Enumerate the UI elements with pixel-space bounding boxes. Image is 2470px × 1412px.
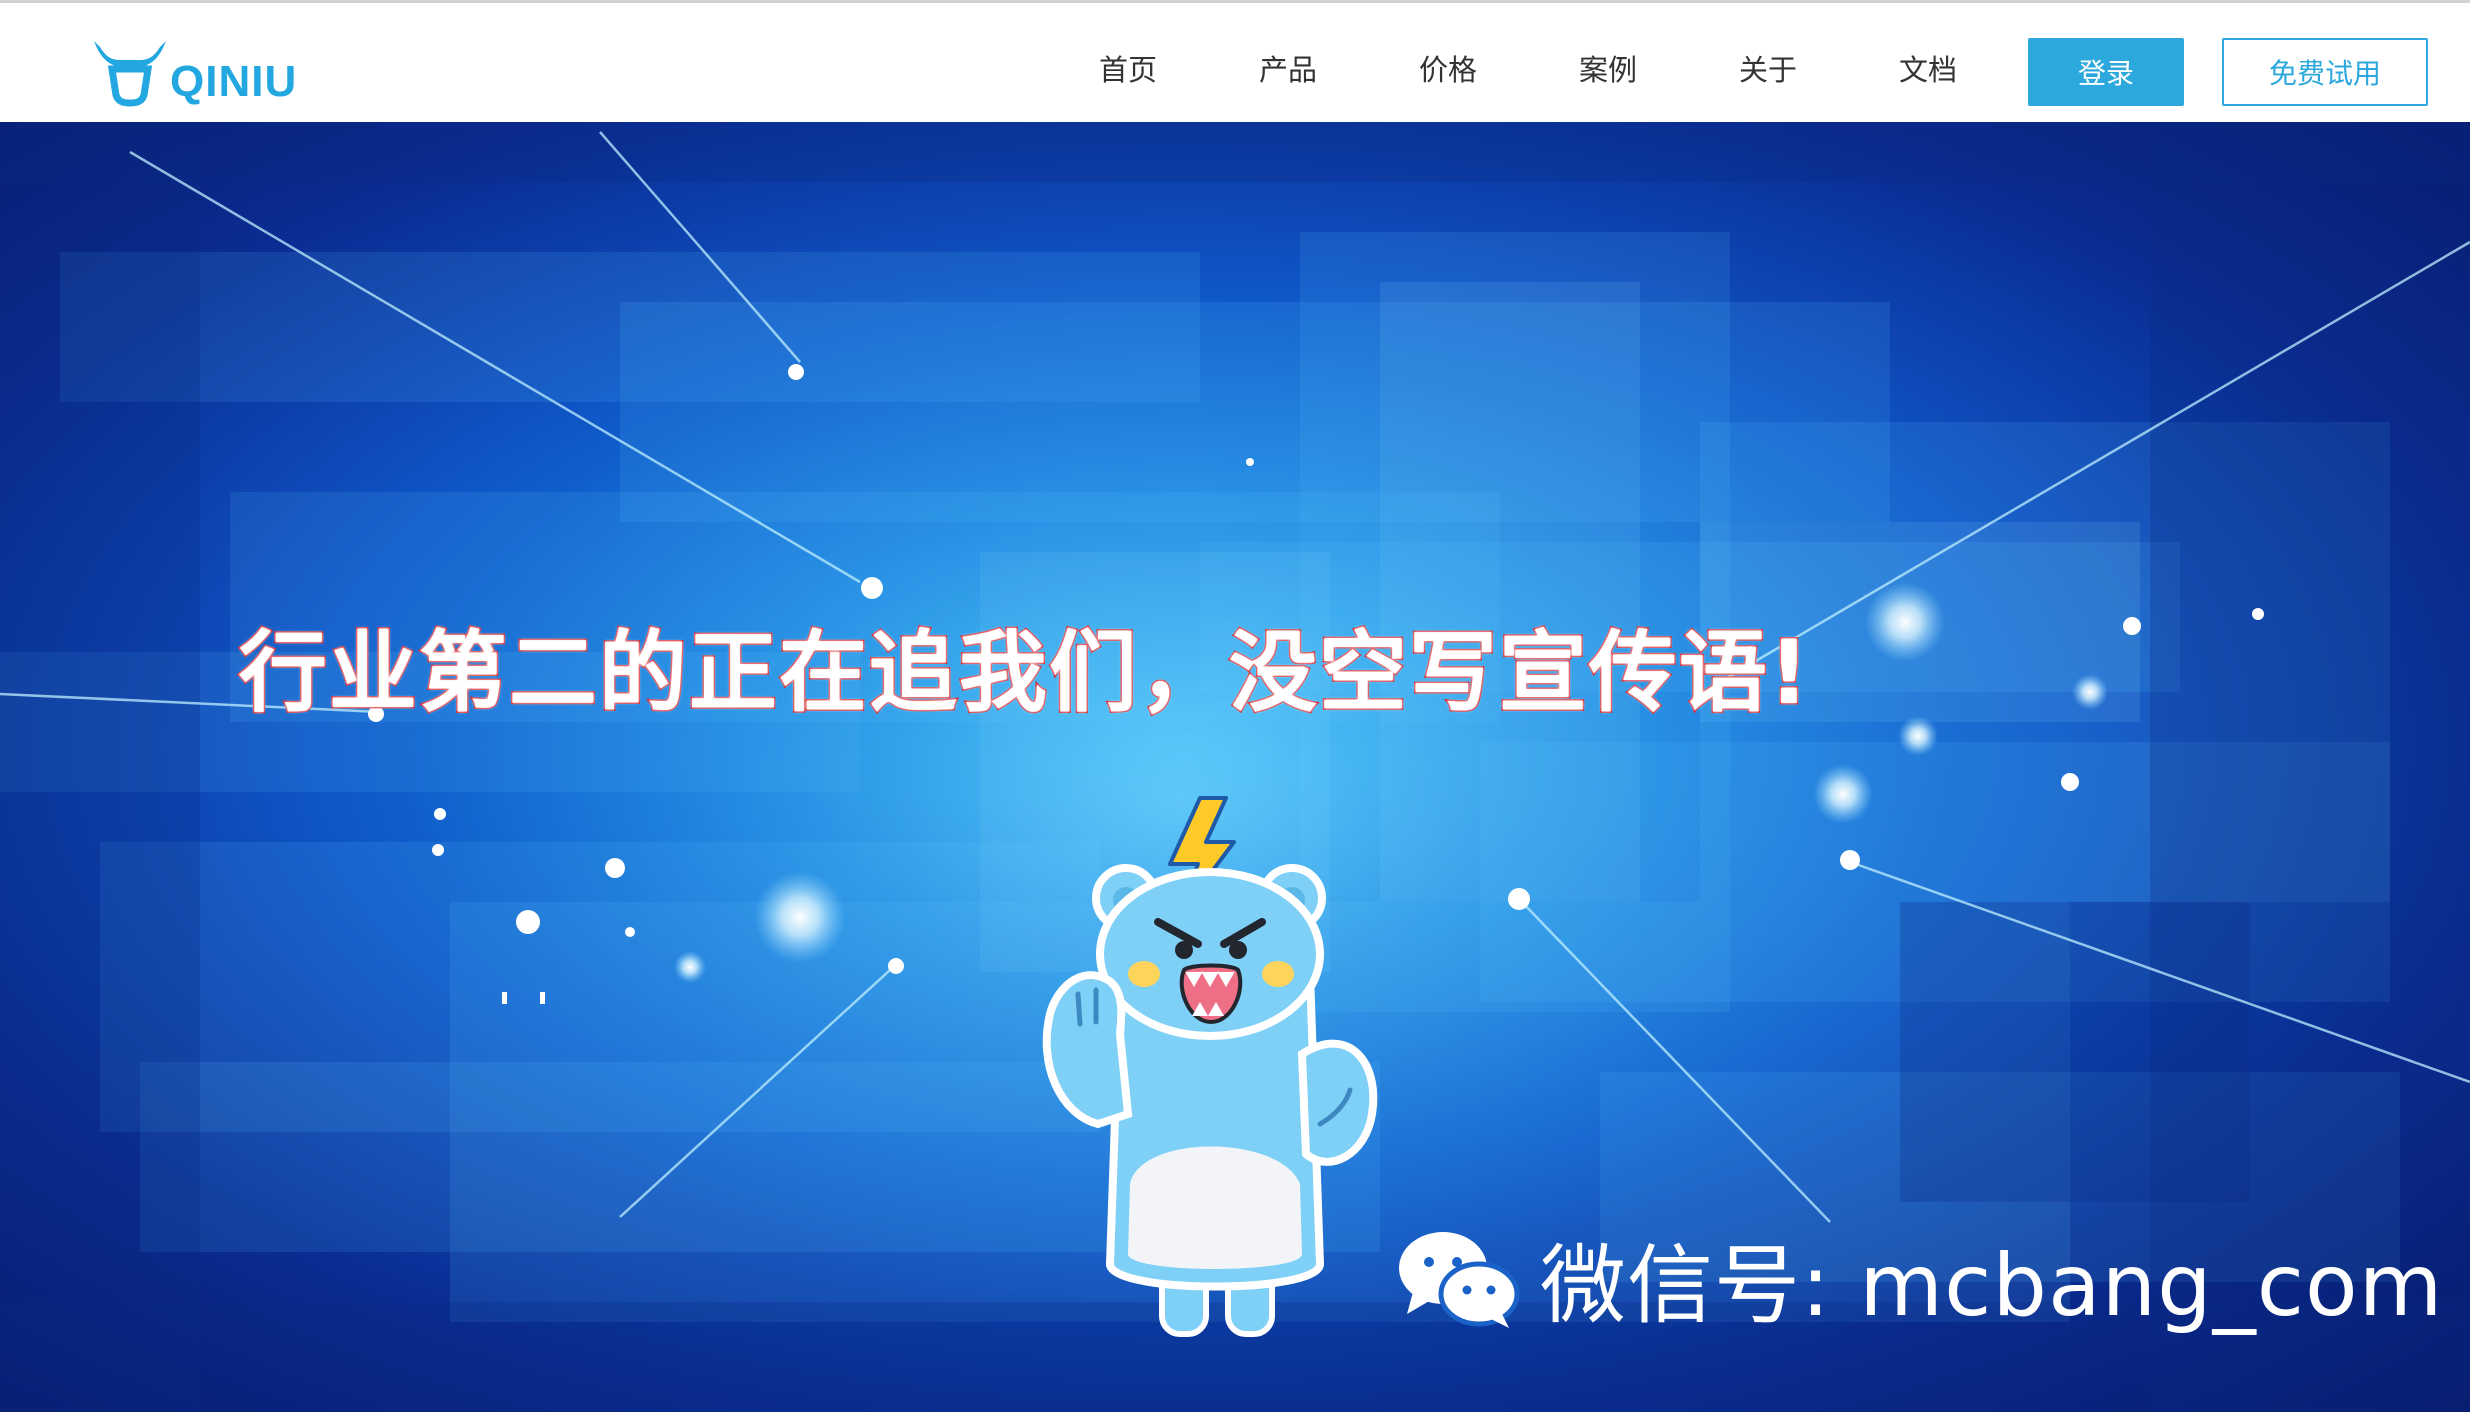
- brand-logo[interactable]: QINIU: [90, 35, 320, 107]
- login-button[interactable]: 登录: [2028, 38, 2184, 106]
- watermark-text: 微信号: mcbang_com: [1540, 1235, 2444, 1336]
- nav-item-about[interactable]: 关于: [1708, 47, 1828, 89]
- wechat-icon: [1399, 1232, 1520, 1328]
- hero-banner: 行业第二的正在追我们，没空写宣传语! 微信号: mcbang_com: [0, 122, 2470, 1412]
- top-navbar: QINIU 首页 产品 价格 案例 关于 文档 登录 免费试用: [0, 0, 2470, 122]
- bull-horns-logo-icon: [94, 41, 166, 107]
- angry-blue-bear-mascot: [1042, 796, 1378, 1337]
- nav-item-docs[interactable]: 文档: [1868, 47, 1988, 89]
- hero-slogan: 行业第二的正在追我们，没空写宣传语!: [237, 620, 1812, 726]
- nav-item-cases[interactable]: 案例: [1548, 47, 1668, 89]
- brand-name: QINIU: [170, 57, 298, 106]
- nav-item-pricing[interactable]: 价格: [1388, 47, 1508, 89]
- wechat-watermark: 微信号: mcbang_com: [1395, 1222, 2443, 1336]
- nav-item-home[interactable]: 首页: [1068, 47, 1188, 89]
- nav-item-products[interactable]: 产品: [1228, 47, 1348, 89]
- free-trial-button[interactable]: 免费试用: [2222, 38, 2428, 106]
